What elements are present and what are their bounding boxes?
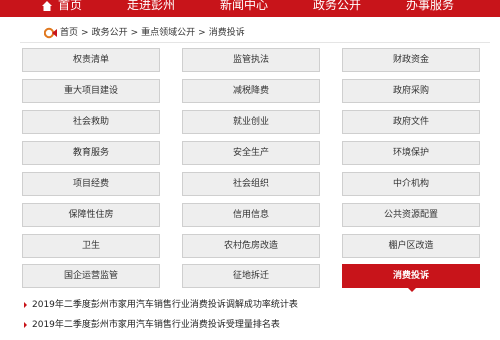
category-item[interactable]: 安全生产 xyxy=(182,141,320,165)
breadcrumb-current: 消费投诉 xyxy=(208,28,245,38)
breadcrumb-home[interactable]: 首页 xyxy=(60,27,78,39)
category-item[interactable]: 信用信息 xyxy=(182,203,320,227)
category-item[interactable]: 就业创业 xyxy=(182,110,320,134)
nav-item-news-center[interactable]: 新闻中心 xyxy=(220,0,268,13)
active-caret-icon xyxy=(407,287,417,292)
category-item[interactable]: 权责清单 xyxy=(22,48,160,72)
bullet-arrow-icon xyxy=(24,322,27,328)
category-item[interactable]: 征地拆迁 xyxy=(182,264,320,288)
category-item[interactable]: 重大项目建设 xyxy=(22,79,160,103)
news-link[interactable]: 2019年二季度彭州市家用汽车销售行业消费投诉调解成功率统计表 xyxy=(32,298,298,312)
location-icon xyxy=(44,27,57,39)
category-item[interactable]: 社会组织 xyxy=(182,172,320,196)
home-icon[interactable] xyxy=(42,1,52,11)
bullet-arrow-icon xyxy=(24,302,27,308)
divider xyxy=(20,42,490,43)
category-item[interactable]: 公共资源配置 xyxy=(342,203,480,227)
category-item[interactable]: 财政资金 xyxy=(342,48,480,72)
nav-item-home[interactable]: 首页 xyxy=(58,0,82,13)
nav-item-about-pengzhou[interactable]: 走进彭州 xyxy=(127,0,175,13)
category-item[interactable]: 中介机构 xyxy=(342,172,480,196)
category-item[interactable]: 监管执法 xyxy=(182,48,320,72)
category-item[interactable]: 政府文件 xyxy=(342,110,480,134)
breadcrumb-separator: > xyxy=(198,28,206,38)
category-item[interactable]: 环境保护 xyxy=(342,141,480,165)
category-item[interactable]: 棚户区改造 xyxy=(342,234,480,258)
breadcrumb-government-affairs[interactable]: 政务公开 xyxy=(92,27,128,39)
category-item[interactable]: 社会救助 xyxy=(22,110,160,134)
category-item[interactable]: 减税降费 xyxy=(182,79,320,103)
category-item[interactable]: 项目经费 xyxy=(22,172,160,196)
category-item[interactable]: 政府采购 xyxy=(342,79,480,103)
category-item-label: 消费投诉 xyxy=(392,271,429,281)
news-link[interactable]: 2019年二季度彭州市家用汽车销售行业消费投诉受理量排名表 xyxy=(32,318,280,332)
category-grid: 权责清单 监管执法 财政资金 重大项目建设 减税降费 政府采购 社会救助 就业创… xyxy=(22,48,492,292)
breadcrumb-separator: > xyxy=(130,28,139,38)
nav-item-government-affairs[interactable]: 政务公开 xyxy=(313,0,361,13)
category-item[interactable]: 保障性住房 xyxy=(22,203,160,227)
breadcrumb-key-areas[interactable]: 重点领域公开 xyxy=(141,27,195,39)
category-item-active[interactable]: 消费投诉 xyxy=(342,264,480,292)
top-navigation-bar: 首页 走进彭州 新闻中心 政务公开 办事服务 xyxy=(0,0,500,17)
category-item[interactable]: 国企运营监管 xyxy=(22,264,160,288)
category-item[interactable]: 农村危房改造 xyxy=(182,234,320,258)
category-item[interactable]: 卫生 xyxy=(22,234,160,258)
category-item[interactable]: 教育服务 xyxy=(22,141,160,165)
breadcrumb-separator: > xyxy=(81,28,89,38)
nav-item-services[interactable]: 办事服务 xyxy=(406,0,454,13)
